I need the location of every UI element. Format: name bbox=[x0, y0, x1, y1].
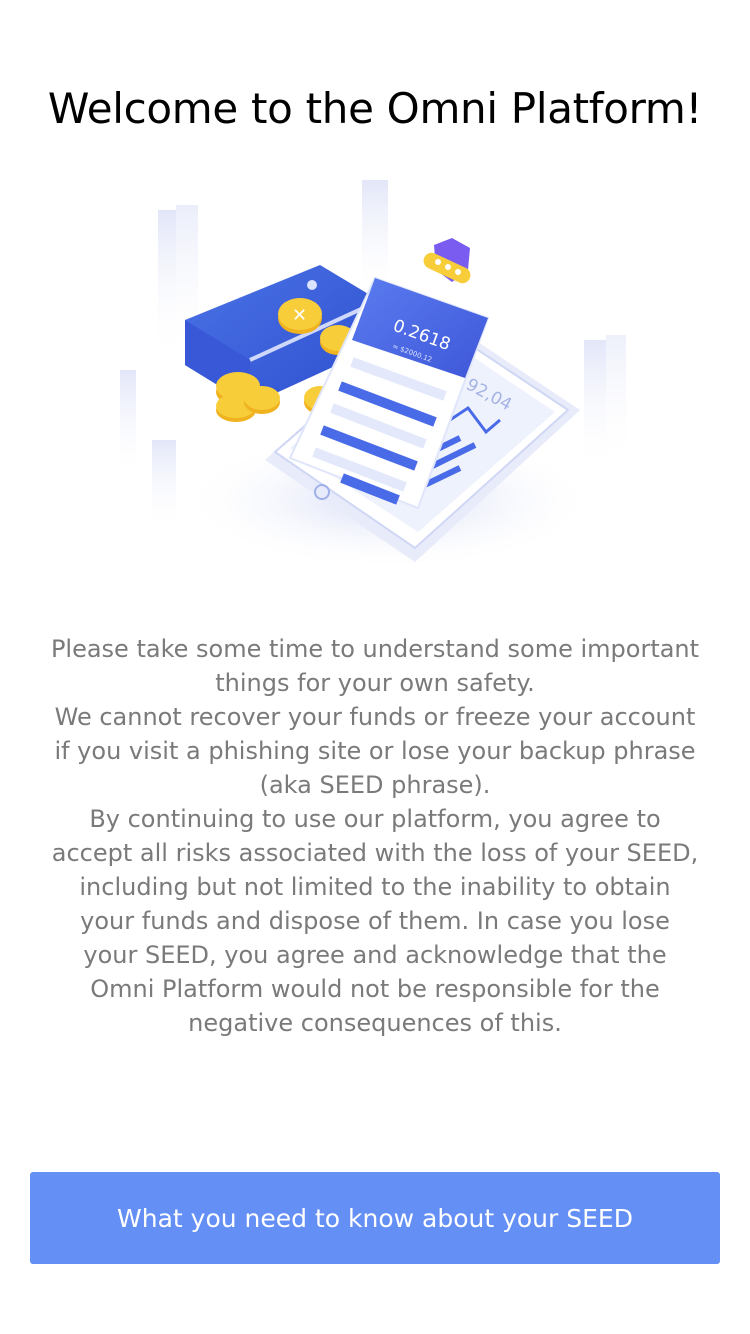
notice-paragraph: We cannot recover your funds or freeze y… bbox=[54, 703, 696, 799]
seed-info-button[interactable]: What you need to know about your SEED bbox=[30, 1172, 720, 1264]
svg-text:✕: ✕ bbox=[292, 305, 307, 326]
wallet-illustration: 92,04 ✕ 0.2618 ≈ $2000.12 bbox=[120, 180, 626, 570]
notice-paragraph: Please take some time to understand some… bbox=[50, 635, 700, 697]
shield-icon bbox=[423, 238, 471, 284]
safety-notice: Please take some time to understand some… bbox=[50, 632, 700, 1040]
notice-paragraph: By continuing to use our platform, you a… bbox=[51, 805, 699, 1037]
page-title: Welcome to the Omni Platform! bbox=[47, 84, 703, 133]
